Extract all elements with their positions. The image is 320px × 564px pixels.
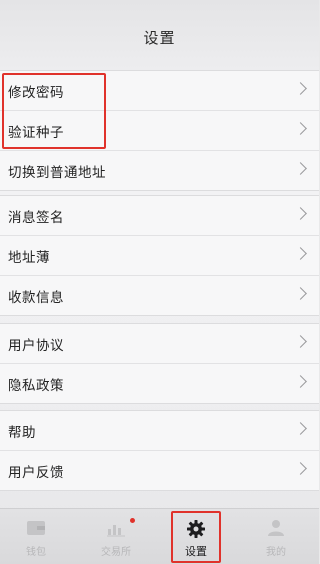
settings-item-label: 切换到普通地址	[8, 165, 106, 181]
chevron-right-icon	[294, 247, 307, 260]
settings-item-label: 隐私政策	[8, 378, 64, 394]
chevron-right-icon	[294, 287, 307, 300]
wallet-icon	[27, 521, 45, 535]
tab-wallet[interactable]: 钱包	[6, 515, 66, 561]
chevron-right-icon	[294, 122, 307, 135]
chevron-right-icon	[294, 162, 307, 175]
tab-label: 我的	[266, 547, 286, 558]
settings-item-label: 地址薄	[8, 250, 50, 266]
settings-screen: 设置 修改密码 验证种子 切换到普通地址 消息签名 地址薄 收款信息 用户协议 …	[0, 0, 319, 564]
tab-label: 设置	[185, 545, 207, 558]
settings-item-payment-info[interactable]: 收款信息	[0, 276, 319, 315]
settings-group-legal: 用户协议 隐私政策	[0, 323, 319, 404]
page-title: 设置	[143, 29, 176, 47]
settings-item-sign-message[interactable]: 消息签名	[0, 196, 319, 236]
settings-item-change-password[interactable]: 修改密码	[0, 71, 319, 111]
settings-item-switch-address[interactable]: 切换到普通地址	[0, 151, 319, 190]
settings-item-label: 收款信息	[8, 290, 64, 306]
chevron-right-icon	[294, 82, 307, 95]
settings-group-support: 帮助 用户反馈	[0, 410, 319, 491]
notification-badge	[130, 518, 135, 523]
gear-icon	[187, 520, 205, 538]
settings-group-security: 修改密码 验证种子 切换到普通地址	[0, 70, 319, 191]
exchange-chart-icon	[107, 525, 125, 537]
person-icon	[268, 520, 284, 536]
settings-item-user-agreement[interactable]: 用户协议	[0, 324, 319, 364]
tab-label: 交易所	[101, 547, 131, 558]
bottom-tab-bar: 钱包 交易所 设置 我的	[0, 508, 319, 564]
header-bar: 设置	[0, 0, 319, 71]
settings-item-help[interactable]: 帮助	[0, 411, 319, 451]
chevron-right-icon	[294, 462, 307, 475]
chevron-right-icon	[294, 422, 307, 435]
settings-item-privacy-policy[interactable]: 隐私政策	[0, 364, 319, 403]
chevron-right-icon	[294, 375, 307, 388]
settings-item-verify-seed[interactable]: 验证种子	[0, 111, 319, 151]
tab-exchange[interactable]: 交易所	[86, 515, 146, 561]
tab-label: 钱包	[26, 547, 46, 558]
settings-item-label: 用户协议	[8, 338, 64, 354]
settings-item-label: 用户反馈	[8, 465, 64, 481]
settings-group-tools: 消息签名 地址薄 收款信息	[0, 195, 319, 316]
settings-item-label: 帮助	[8, 425, 36, 441]
settings-item-label: 验证种子	[8, 125, 64, 141]
settings-item-address-book[interactable]: 地址薄	[0, 236, 319, 276]
settings-item-label: 修改密码	[8, 85, 64, 101]
settings-item-feedback[interactable]: 用户反馈	[0, 451, 319, 490]
tab-settings[interactable]: 设置	[166, 515, 226, 561]
settings-item-label: 消息签名	[8, 210, 64, 226]
tab-profile[interactable]: 我的	[246, 515, 306, 561]
chevron-right-icon	[294, 207, 307, 220]
chevron-right-icon	[294, 335, 307, 348]
